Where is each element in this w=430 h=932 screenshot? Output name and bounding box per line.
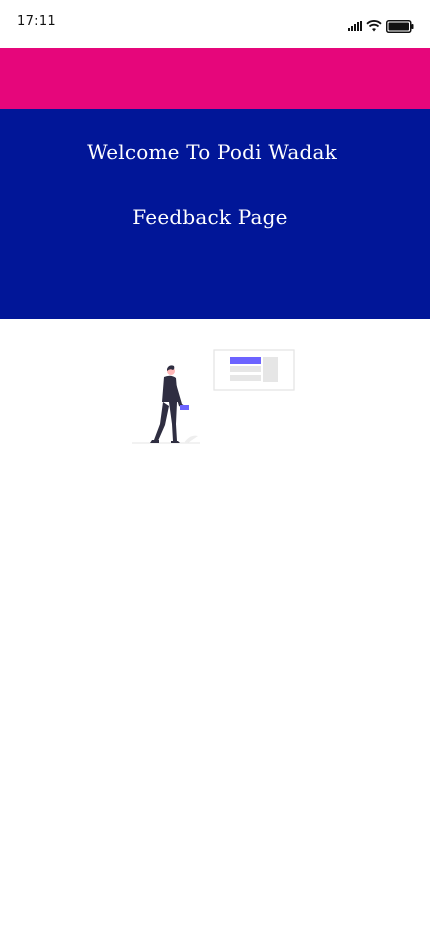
page-subtitle: Feedback Page	[132, 205, 288, 229]
accent-bar	[0, 48, 430, 109]
status-bar: 17:11	[0, 0, 430, 48]
wifi-icon	[366, 20, 382, 32]
status-time: 17:11	[17, 14, 56, 29]
battery-icon	[386, 19, 414, 33]
page-title: Welcome To Podi Wadak	[87, 140, 337, 164]
person-with-form-illustration	[132, 349, 295, 444]
status-icons	[348, 18, 414, 34]
app-screen: 17:11 Welcome To Podi Wadak Feedback Pag…	[0, 0, 430, 932]
signal-icon	[348, 21, 362, 31]
